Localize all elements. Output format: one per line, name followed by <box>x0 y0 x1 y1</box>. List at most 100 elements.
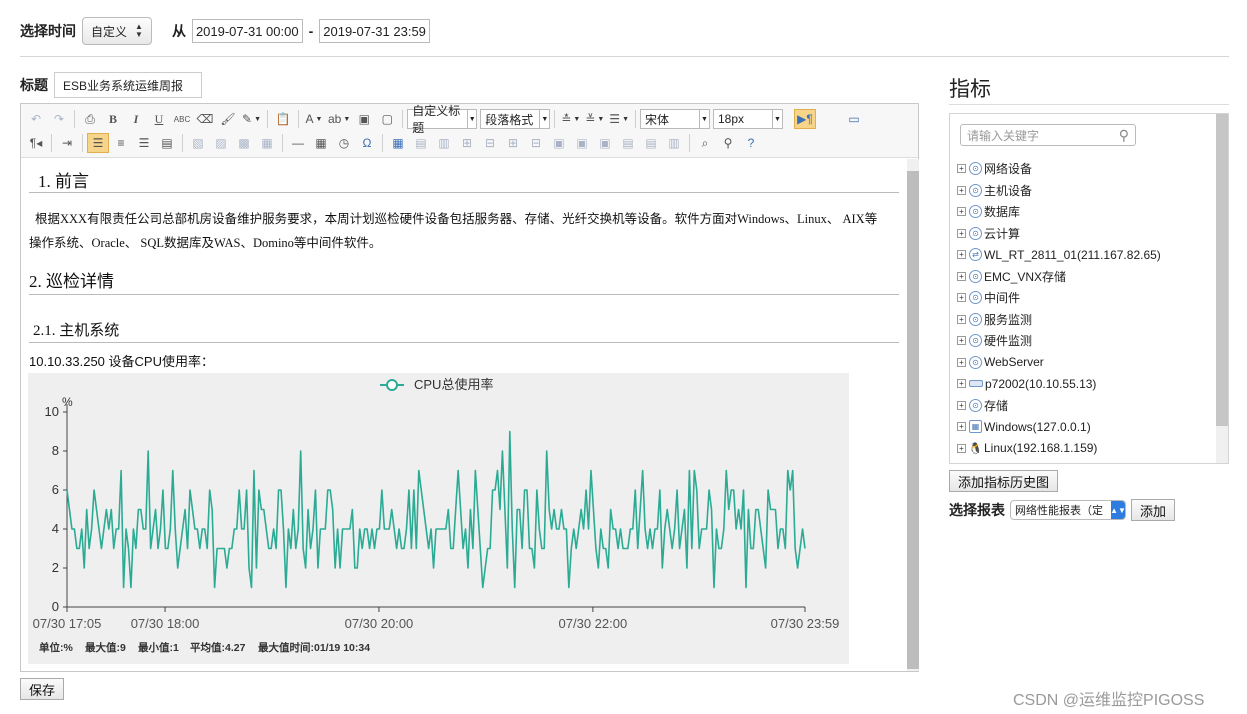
expand-icon[interactable]: + <box>957 336 966 346</box>
row-spacing-top-icon[interactable]: ≛ ▼ <box>559 109 582 129</box>
paragraph-ltr-icon[interactable]: ¶◂ <box>25 133 47 153</box>
tree-item[interactable]: + ⊙ 存储 <box>957 395 1161 417</box>
end-time-input[interactable]: 2019-07-31 23:59 <box>319 19 430 43</box>
insert-table-icon[interactable]: ▦ <box>387 133 409 153</box>
text-box-icon[interactable]: ▣ <box>353 109 375 129</box>
tree-scrollbar[interactable] <box>1216 114 1228 463</box>
find-replace-icon[interactable]: ⚲ <box>717 133 739 153</box>
line-height-icon[interactable]: ☰ ▼ <box>607 109 631 129</box>
time-mode-select[interactable]: 自定义 ▲ ▼ <box>82 17 152 45</box>
row-spacing-bottom-icon[interactable]: ≚ ▼ <box>583 109 606 129</box>
undo-icon[interactable]: ↶ <box>25 109 47 129</box>
metric-search-input[interactable]: 请输入关键字 ⚲ <box>960 124 1136 146</box>
redo-icon[interactable]: ↷ <box>48 109 70 129</box>
expand-icon[interactable]: + <box>957 400 966 410</box>
format-brush-icon[interactable]: 🖌 <box>217 109 239 129</box>
paste-text-icon[interactable]: 📋 <box>272 109 294 129</box>
tree-item[interactable]: + ⊙ EMC_VNX存储 <box>957 266 1161 288</box>
align-right-icon[interactable]: ☰ <box>133 133 155 153</box>
image-center-icon[interactable]: ▩ <box>233 133 255 153</box>
date-icon[interactable]: ▦ <box>310 133 332 153</box>
tree-item[interactable]: + ⊙ 中间件 <box>957 287 1161 309</box>
delete-table-icon[interactable]: ▤ <box>410 133 432 153</box>
start-time-input[interactable]: 2019-07-31 00:00 <box>191 19 303 43</box>
insert-row-icon[interactable]: ⊞ <box>456 133 478 153</box>
tree-item[interactable]: + ⊙ 服务监测 <box>957 309 1161 331</box>
custom-heading-select[interactable]: 自定义标题 ▼ <box>407 104 478 135</box>
split-rows-icon[interactable]: ▤ <box>640 133 662 153</box>
legend-label[interactable]: CPU总使用率 <box>414 377 493 392</box>
tree-item[interactable]: + 🐧 Linux(192.168.1.159) <box>957 438 1161 460</box>
expand-icon[interactable]: + <box>957 164 966 174</box>
indent-icon[interactable]: ⇥ <box>56 133 78 153</box>
scrollbar-thumb[interactable] <box>907 171 919 669</box>
font-size-select[interactable]: 18px ▼ <box>713 109 783 129</box>
editor-content[interactable]: 1. 前言 根据XXX有限责任公司总部机房设备维护服务要求，本周计划巡检硬件设备… <box>21 159 907 671</box>
magic-format-icon[interactable]: ✎ ▼ <box>240 109 263 129</box>
report-select[interactable]: 网络性能报表（定 ▲▼ <box>1010 500 1126 520</box>
search-icon[interactable]: ⚲ <box>1119 127 1129 144</box>
tree-item[interactable]: + ▦ Windows(127.0.0.1) <box>957 416 1161 438</box>
paragraph-format-select[interactable]: 段落格式 ▼ <box>480 109 551 129</box>
time-icon[interactable]: ◷ <box>333 133 355 153</box>
add-metric-history-button[interactable]: 添加指标历史图 <box>949 470 1059 492</box>
delete-col-icon[interactable]: ⊟ <box>525 133 547 153</box>
expand-icon[interactable]: + <box>957 250 966 260</box>
strikethrough-icon[interactable]: ABC <box>171 109 193 129</box>
font-color-icon[interactable]: A ▼ <box>303 109 325 129</box>
expand-icon[interactable]: + <box>957 379 966 389</box>
tree-item[interactable]: + ⊙ 主机设备 <box>957 180 1161 202</box>
add-report-button[interactable]: 添加 <box>1131 499 1176 521</box>
editor-scrollbar[interactable] <box>907 159 919 671</box>
horizontal-rule-icon[interactable]: — <box>287 133 309 153</box>
image-left-icon[interactable]: ▧ <box>187 133 209 153</box>
background-color-icon[interactable]: ab ▼ <box>326 109 352 129</box>
italic-icon[interactable]: I <box>125 109 147 129</box>
tree-item[interactable]: + ⇄ WL_RT_2811_01(211.167.82.65) <box>957 244 1161 266</box>
image-none-icon[interactable]: ▦ <box>256 133 278 153</box>
tree-item[interactable]: + ⊙ 网络设备 <box>957 158 1161 180</box>
tree-item[interactable]: + ⊙ 数据库 <box>957 201 1161 223</box>
insert-paragraph-before-table-icon[interactable]: ▥ <box>433 133 455 153</box>
split-cells-icon[interactable]: ▤ <box>617 133 639 153</box>
expand-icon[interactable]: + <box>957 271 966 281</box>
bold-icon[interactable]: B <box>102 109 124 129</box>
preview-icon[interactable]: ⌕ <box>694 133 716 153</box>
expand-icon[interactable]: + <box>957 185 966 195</box>
expand-icon[interactable]: + <box>957 314 966 324</box>
tree-item[interactable]: + p72002(10.10.55.13) <box>957 373 1161 395</box>
underline-icon[interactable]: U <box>148 109 170 129</box>
expand-icon[interactable]: + <box>957 228 966 238</box>
expand-icon[interactable]: + <box>957 207 966 217</box>
merge-down-icon[interactable]: ▣ <box>594 133 616 153</box>
fullscreen-icon[interactable]: ▭ <box>843 109 865 129</box>
expand-icon[interactable]: + <box>957 443 966 453</box>
dropdown-arrow-icon: ▼ <box>699 110 709 128</box>
tree-item[interactable]: + ⊙ WebServer <box>957 352 1161 374</box>
special-char-icon[interactable]: Ω <box>356 133 378 153</box>
eraser-icon[interactable]: ⌫ <box>194 109 216 129</box>
split-cols-icon[interactable]: ▥ <box>663 133 685 153</box>
tree-item[interactable]: + ⊙ 云计算 <box>957 223 1161 245</box>
font-family-select[interactable]: 宋体 ▼ <box>640 109 710 129</box>
chart-footer-stat: 最小值:1 <box>138 641 179 654</box>
expand-icon[interactable]: + <box>957 357 966 367</box>
expand-icon[interactable]: + <box>957 293 966 303</box>
merge-cells-icon[interactable]: ▣ <box>548 133 570 153</box>
blank-page-icon[interactable]: ▢ <box>376 109 398 129</box>
align-justify-icon[interactable]: ▤ <box>156 133 178 153</box>
scrollbar-thumb[interactable] <box>1216 114 1228 426</box>
tree-item[interactable]: + ⊙ 硬件监测 <box>957 330 1161 352</box>
align-center-icon[interactable]: ≡ <box>110 133 132 153</box>
merge-right-icon[interactable]: ▣ <box>571 133 593 153</box>
expand-icon[interactable]: + <box>957 422 966 432</box>
print-icon[interactable]: ⎙ <box>79 109 101 129</box>
align-left-icon[interactable]: ☰ <box>87 133 109 153</box>
insert-col-icon[interactable]: ⊞ <box>502 133 524 153</box>
image-right-icon[interactable]: ▨ <box>210 133 232 153</box>
source-direction-icon[interactable]: ▶¶ <box>794 109 816 129</box>
help-icon[interactable]: ? <box>740 133 762 153</box>
title-input[interactable]: ESB业务系统运维周报 <box>54 72 202 98</box>
save-button[interactable]: 保存 <box>20 678 65 700</box>
delete-row-icon[interactable]: ⊟ <box>479 133 501 153</box>
